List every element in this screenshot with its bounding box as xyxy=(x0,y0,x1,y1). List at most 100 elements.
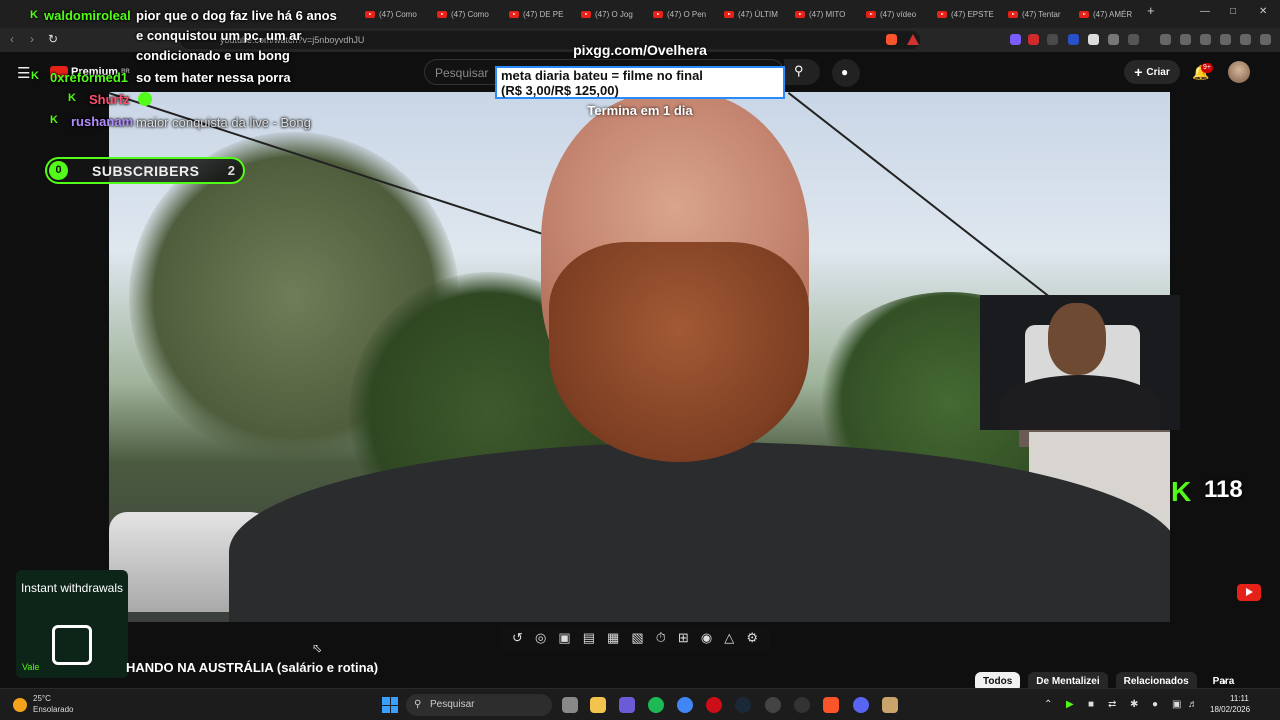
steam-icon[interactable] xyxy=(735,697,751,713)
subscribers-counter: 0 SUBSCRIBERS 2 xyxy=(45,157,245,184)
goal-description: meta diaria bateu = filme no final xyxy=(501,68,703,83)
browser-tab[interactable]: (47) AMÉR xyxy=(1079,5,1139,23)
browser-tab[interactable]: (47) Tentar xyxy=(1008,5,1078,23)
extension-icon[interactable] xyxy=(1010,34,1021,45)
browser-tab[interactable]: (47) O Jog xyxy=(581,5,651,23)
sidebar-icon[interactable] xyxy=(1180,34,1191,45)
music-icon[interactable] xyxy=(1160,34,1171,45)
maximize-icon[interactable]: □ xyxy=(1230,6,1236,17)
youtube-watermark-icon xyxy=(1237,584,1261,601)
kick-badge-icon: K xyxy=(68,92,76,104)
tray-play-icon[interactable]: ▶ xyxy=(1066,699,1074,710)
clock-time[interactable]: 11:11 xyxy=(1230,694,1249,703)
wallet-icon[interactable] xyxy=(1200,34,1211,45)
brave-shield-icon[interactable] xyxy=(886,34,897,45)
chevron-right-icon[interactable]: › xyxy=(1222,674,1226,688)
browser-tab[interactable]: (47) vídeo xyxy=(866,5,936,23)
browser-tab[interactable]: (47) Como xyxy=(365,5,435,23)
new-tab-button[interactable]: + xyxy=(1147,3,1155,18)
subscribers-current: 0 xyxy=(49,161,68,180)
chat-message: condicionado e um bong xyxy=(136,48,290,63)
browser-tab[interactable]: (47) EPSTE xyxy=(937,5,1007,23)
vpn-icon[interactable] xyxy=(1240,34,1251,45)
minimize-icon[interactable]: — xyxy=(1200,6,1210,17)
promo-footer: Vale xyxy=(22,662,40,672)
hamburger-menu-icon[interactable]: ☰ xyxy=(17,64,30,82)
settings-gear-icon[interactable]: ⚙ xyxy=(746,630,758,646)
mic-icon: ● xyxy=(841,65,849,79)
puzzle-icon[interactable] xyxy=(1108,34,1119,45)
menu-icon[interactable] xyxy=(1260,34,1271,45)
extension-icon[interactable] xyxy=(1220,34,1231,45)
browser-tab[interactable]: (47) ÚLTIM xyxy=(724,5,794,23)
extension-icon[interactable] xyxy=(1028,34,1039,45)
discord-icon[interactable] xyxy=(853,697,869,713)
tray-app-icon[interactable]: ■ xyxy=(1088,699,1094,710)
tray-network-icon[interactable]: ⇄ xyxy=(1108,699,1116,710)
brave-rewards-icon[interactable] xyxy=(907,34,919,45)
cinema-icon[interactable]: ▧ xyxy=(631,630,643,646)
extension-icon[interactable] xyxy=(1068,34,1079,45)
youtube-favicon-icon xyxy=(437,10,447,18)
app-icon[interactable] xyxy=(882,697,898,713)
browser-tab[interactable]: (47) O Pen xyxy=(653,5,723,23)
windows-start-icon[interactable] xyxy=(382,697,398,713)
streamer-webcam xyxy=(980,295,1180,430)
wifi-icon[interactable]: ▣ xyxy=(1172,699,1181,710)
view-icon[interactable]: ▣ xyxy=(558,630,570,646)
bluetooth-icon[interactable]: ✱ xyxy=(1130,699,1138,710)
back-arrow-icon[interactable]: ‹ xyxy=(10,32,14,46)
reload-icon[interactable]: ↻ xyxy=(48,32,58,46)
extension-icon[interactable] xyxy=(1047,34,1058,45)
browser-tab[interactable]: (47) MITO xyxy=(795,5,865,23)
browser-tab[interactable]: (47) Como xyxy=(437,5,507,23)
browser-tab[interactable]: (47) DE PE xyxy=(509,5,579,23)
chrome-icon[interactable] xyxy=(677,697,693,713)
extension-icon[interactable] xyxy=(1128,34,1139,45)
voice-search-button[interactable]: ● xyxy=(832,59,860,87)
kick-badge-icon: K xyxy=(31,70,39,82)
mouse-cursor-icon: ⬁ xyxy=(312,641,323,655)
app-icon[interactable] xyxy=(619,697,635,713)
create-button[interactable]: + Criar xyxy=(1124,60,1180,84)
promo-title: Instant withdrawals xyxy=(20,581,124,595)
fit-icon[interactable]: ▦ xyxy=(607,630,619,646)
microphone-icon[interactable]: ● xyxy=(1152,699,1158,710)
windows-taskbar: 25°C Ensolarado ⚲ Pesquisar ⌃ ▶ ■ ⇄ ✱ ● ▣… xyxy=(0,688,1280,720)
youtube-favicon-icon xyxy=(365,10,375,18)
account-avatar[interactable] xyxy=(1228,61,1250,83)
loop-icon[interactable]: ↺ xyxy=(512,630,523,646)
spotify-icon[interactable] xyxy=(648,697,664,713)
search-icon: ⚲ xyxy=(794,63,804,78)
close-icon[interactable]: ✕ xyxy=(1259,6,1267,17)
volume-icon[interactable]: ♬ xyxy=(1188,699,1198,710)
sun-weather-icon[interactable] xyxy=(13,698,27,712)
chat-username: rushanam xyxy=(71,114,134,129)
speed-icon[interactable]: ⏱ xyxy=(656,630,666,646)
promo-banner[interactable]: Instant withdrawals Vale xyxy=(16,570,128,678)
task-view-icon[interactable] xyxy=(562,697,578,713)
taskbar-search[interactable]: ⚲ Pesquisar xyxy=(406,694,552,716)
clock-date[interactable]: 18/02/2026 xyxy=(1210,705,1250,714)
clip-icon[interactable]: ▤ xyxy=(583,630,595,646)
chat-username: 0xreformed1 xyxy=(50,70,129,85)
brave-icon[interactable] xyxy=(823,697,839,713)
opera-icon[interactable] xyxy=(706,697,722,713)
forward-arrow-icon[interactable]: › xyxy=(30,32,34,46)
subscribers-label: SUBSCRIBERS xyxy=(92,163,200,179)
extension-icon[interactable] xyxy=(1088,34,1099,45)
youtube-favicon-icon xyxy=(1008,10,1018,18)
goal-progress: (R$ 3,00/R$ 125,00) xyxy=(501,83,619,98)
search-icon: ⚲ xyxy=(414,699,422,710)
tray-chevron-icon[interactable]: ⌃ xyxy=(1044,699,1052,710)
search-button[interactable]: ⚲ xyxy=(784,59,820,85)
broadcast-icon[interactable]: ◎ xyxy=(535,630,546,646)
lab-flask-icon[interactable]: △ xyxy=(724,630,734,646)
add-screen-icon[interactable]: ⊞ xyxy=(678,630,689,646)
player-toolbar: ↺ ◎ ▣ ▤ ▦ ▧ ⏱ ⊞ ◉ △ ⚙ xyxy=(500,626,770,650)
app-icon[interactable] xyxy=(794,697,810,713)
app-icon[interactable] xyxy=(765,697,781,713)
file-explorer-icon[interactable] xyxy=(590,697,606,713)
screenshot-icon[interactable]: ◉ xyxy=(701,630,712,646)
chat-message: pior que o dog faz live há 6 anos xyxy=(136,8,337,23)
